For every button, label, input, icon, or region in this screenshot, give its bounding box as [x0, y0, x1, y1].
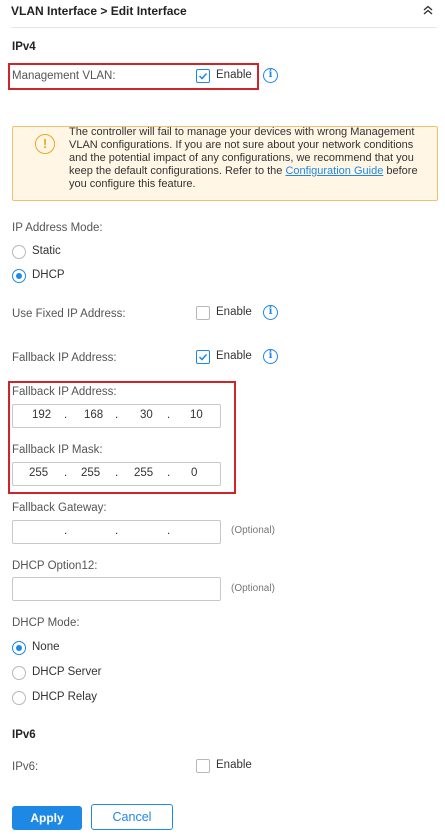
- configuration-guide-link[interactable]: Configuration Guide: [285, 165, 383, 177]
- ipv6-checkbox[interactable]: [196, 759, 210, 773]
- breadcrumb: VLAN Interface > Edit Interface: [11, 4, 187, 18]
- radio-static[interactable]: [12, 245, 26, 259]
- ipv6-label: IPv6:: [12, 761, 39, 773]
- radio-dhcp-server[interactable]: [12, 666, 26, 680]
- collapse-icon[interactable]: [420, 2, 436, 18]
- octet-separator: .: [64, 409, 68, 421]
- octet-3: 30: [140, 409, 153, 421]
- header-divider: [11, 27, 437, 28]
- octet-separator: .: [167, 409, 171, 421]
- octet-separator: .: [115, 467, 119, 479]
- management-vlan-label: Management VLAN:: [12, 70, 116, 82]
- dhcp-option12-optional-hint: (Optional): [231, 583, 275, 594]
- info-icon[interactable]: i: [263, 305, 278, 320]
- ipv4-section-title: IPv4: [12, 41, 36, 53]
- octet-4: 10: [190, 409, 203, 421]
- info-icon[interactable]: i: [263, 349, 278, 364]
- radio-dhcp-relay-label[interactable]: DHCP Relay: [32, 691, 97, 703]
- fallback-gateway-label: Fallback Gateway:: [12, 502, 107, 514]
- checkmark-icon: [198, 72, 208, 80]
- radio-dhcp[interactable]: [12, 269, 26, 283]
- radio-dhcp-label[interactable]: DHCP: [32, 269, 65, 281]
- radio-static-label[interactable]: Static: [32, 245, 61, 257]
- fallback-ip-checkbox[interactable]: [196, 350, 210, 364]
- octet-4: 0: [191, 467, 198, 479]
- dhcp-mode-label: DHCP Mode:: [12, 617, 80, 629]
- fallback-ip-checkbox-label[interactable]: Enable: [216, 350, 252, 362]
- info-icon[interactable]: i: [263, 68, 278, 83]
- warning-icon: !: [35, 134, 55, 154]
- ipv6-section-title: IPv6: [12, 729, 36, 741]
- apply-button[interactable]: Apply: [12, 806, 82, 830]
- fallback-ip-mask-input[interactable]: 255 . 255 . 255 . 0: [12, 462, 221, 486]
- ipv6-checkbox-label[interactable]: Enable: [216, 759, 252, 771]
- radio-dhcp-server-label[interactable]: DHCP Server: [32, 666, 101, 678]
- fallback-ip-mask-label: Fallback IP Mask:: [12, 444, 103, 456]
- radio-dhcp-none[interactable]: [12, 641, 26, 655]
- octet-separator: .: [115, 525, 119, 537]
- checkmark-icon: [198, 353, 208, 361]
- use-fixed-ip-checkbox-label[interactable]: Enable: [216, 306, 252, 318]
- radio-dhcp-relay[interactable]: [12, 691, 26, 705]
- octet-2: 168: [84, 409, 104, 421]
- ip-address-mode-label: IP Address Mode:: [12, 222, 103, 234]
- octet-1: 255: [29, 467, 49, 479]
- management-vlan-checkbox-label[interactable]: Enable: [216, 69, 252, 81]
- use-fixed-ip-checkbox[interactable]: [196, 306, 210, 320]
- fallback-gateway-optional-hint: (Optional): [231, 525, 275, 536]
- cancel-button[interactable]: Cancel: [91, 804, 173, 830]
- octet-1: 192: [32, 409, 52, 421]
- warning-box: ! The controller will fail to manage you…: [12, 126, 438, 201]
- fallback-ip-toggle-label: Fallback IP Address:: [12, 352, 117, 364]
- radio-dhcp-none-label[interactable]: None: [32, 641, 60, 653]
- dhcp-option12-input[interactable]: [12, 577, 221, 601]
- management-vlan-checkbox[interactable]: [196, 69, 210, 83]
- octet-separator: .: [64, 525, 68, 537]
- octet-separator: .: [167, 467, 171, 479]
- use-fixed-ip-label: Use Fixed IP Address:: [12, 308, 126, 320]
- octet-separator: .: [167, 525, 171, 537]
- fallback-ip-address-input[interactable]: 192 . 168 . 30 . 10: [12, 404, 221, 428]
- fallback-gateway-input[interactable]: . . .: [12, 520, 221, 544]
- fallback-ip-address-label: Fallback IP Address:: [12, 386, 117, 398]
- warning-text: The controller will fail to manage your …: [69, 126, 418, 190]
- octet-separator: .: [64, 467, 68, 479]
- dhcp-option12-label: DHCP Option12:: [12, 560, 98, 572]
- octet-3: 255: [134, 467, 154, 479]
- octet-separator: .: [115, 409, 119, 421]
- octet-2: 255: [81, 467, 101, 479]
